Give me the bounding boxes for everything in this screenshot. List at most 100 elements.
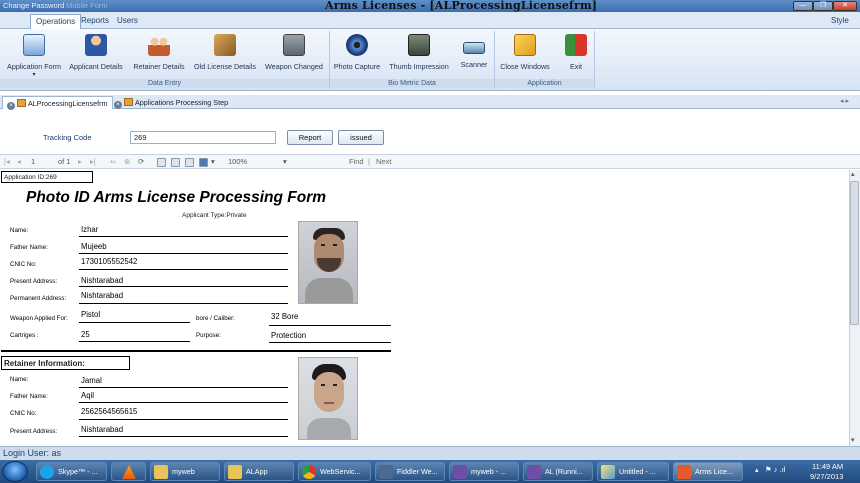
ribbon-group-label: Data Entry (0, 79, 329, 88)
find-link[interactable]: Find (349, 157, 364, 166)
export-icon[interactable] (199, 158, 208, 167)
stop-icon[interactable]: ⊗ (124, 157, 130, 166)
chevron-down-icon: ▾ (32, 72, 36, 78)
zoom-select[interactable]: 100% (228, 157, 247, 166)
tracking-code-input[interactable]: 269 (130, 131, 276, 144)
start-button[interactable] (2, 461, 28, 482)
thumb-impression-button[interactable]: Thumb Impression (388, 32, 450, 76)
export-dropdown-icon[interactable]: ▾ (211, 157, 215, 166)
mobile-form-link[interactable]: Mobile Form (66, 1, 108, 10)
separator: | (368, 157, 370, 166)
taskbar-item-untitled[interactable]: Untitled - ... (597, 462, 669, 481)
cartriges-label: Cartriges : (10, 332, 39, 339)
section-divider (1, 350, 391, 352)
cnic-label: CNIC No: (10, 261, 37, 268)
application-form-button[interactable]: Application Form ▾ (4, 32, 64, 78)
retainer-details-button[interactable]: Retainer Details (131, 32, 187, 76)
scanner-button[interactable]: Scanner (456, 32, 492, 76)
box-icon (214, 34, 236, 56)
father-name-label: Father Name: (10, 244, 48, 251)
tab-scroll-arrows-icon[interactable]: ◂ ▸ (840, 97, 849, 105)
taskbar-item-label: myweb (172, 467, 195, 476)
tray-icons[interactable]: ⚑ ♪ .ıl (765, 465, 785, 474)
taskbar-item-skype[interactable]: Skype™ - ... (36, 462, 107, 481)
taskbar-item-arms-licenses[interactable]: Arms Lice... (673, 462, 743, 481)
weapon-changed-button[interactable]: Weapon Changed (263, 32, 325, 76)
tab-label: Applications Processing Step (135, 98, 229, 107)
page-setup-icon[interactable] (185, 158, 194, 167)
fiddler-icon (379, 465, 393, 479)
clock-date[interactable]: 9/27/2013 (810, 472, 843, 481)
taskbar-item-myweb-folder[interactable]: myweb (150, 462, 220, 481)
close-window-button[interactable]: ✕ (833, 1, 857, 11)
taskbar-item-vlc[interactable] (111, 462, 146, 481)
prev-page-icon[interactable]: ◂ (17, 157, 21, 166)
window-title: Arms Licenses - [ALProcessingLicensefrm] (325, 0, 598, 12)
exit-button[interactable]: Exit (559, 32, 593, 76)
retainer-details-label: Retainer Details (133, 62, 185, 71)
retainer-father-name-label: Father Name: (10, 393, 48, 400)
retainer-present-address-value: Nishtarabad (81, 425, 124, 434)
print-icon[interactable] (157, 158, 166, 167)
page-number-input[interactable]: 1 (31, 157, 35, 166)
maximize-button[interactable]: ❐ (813, 1, 833, 11)
retainer-cnic-label: CNIC No: (10, 410, 37, 417)
print-layout-icon[interactable] (171, 158, 180, 167)
zoom-dropdown-icon[interactable]: ▾ (283, 157, 287, 166)
taskbar-item-myweb-vs[interactable]: myweb - ... (449, 462, 519, 481)
retainer-photo (298, 357, 358, 440)
old-license-details-button[interactable]: Old License Details (192, 32, 258, 76)
taskbar-item-label: WebServic... (320, 467, 361, 476)
taskbar-item-al-running[interactable]: AL (Runni... (523, 462, 593, 481)
chrome-icon (302, 465, 316, 479)
form-icon (17, 99, 26, 107)
taskbar-item-alapp[interactable]: ALApp (224, 462, 294, 481)
purpose-label: Purpose: (196, 332, 221, 339)
menu-tab-reports[interactable]: Reports (76, 14, 114, 29)
menu-tab-operations[interactable]: Operations (30, 14, 82, 29)
menu-tab-users[interactable]: Users (112, 14, 143, 29)
close-tab-icon[interactable]: × (7, 102, 15, 110)
first-page-icon[interactable]: |◂ (4, 157, 10, 166)
status-bar: Login User: as (0, 446, 860, 460)
document-tabs: × ALProcessingLicensefrm × Applications Pr… (0, 95, 860, 110)
retainer-name-value: Jamal (81, 376, 102, 385)
scroll-up-icon[interactable]: ▴ (851, 170, 855, 178)
next-link[interactable]: Next (376, 157, 391, 166)
form-icon (23, 34, 45, 56)
visual-studio-icon (527, 465, 541, 479)
father-name-value: Mujeeb (81, 242, 107, 251)
tray-arrow-icon[interactable]: ▴ (755, 466, 759, 474)
minimize-button[interactable]: — (793, 1, 813, 11)
applicant-details-button[interactable]: Applicant Details (67, 32, 125, 76)
back-icon[interactable]: ⇐ (110, 157, 116, 166)
taskbar-item-fiddler[interactable]: Fiddler We... (375, 462, 445, 481)
style-menu[interactable]: Style (826, 14, 854, 29)
scroll-down-icon[interactable]: ▾ (851, 436, 855, 444)
name-label: Name: (10, 227, 29, 234)
close-windows-button[interactable]: Close Windows (499, 32, 551, 76)
retainer-information-header: Retainer Information: (1, 356, 130, 370)
users-icon (148, 34, 170, 56)
last-page-icon[interactable]: ▸| (90, 157, 96, 166)
next-page-icon[interactable]: ▸ (78, 157, 82, 166)
tab-applications-processing-step[interactable]: × Applications Processing Step (110, 96, 232, 109)
issued-button[interactable]: issued (338, 130, 384, 145)
scanner-label: Scanner (460, 60, 488, 69)
close-tab-icon[interactable]: × (114, 101, 122, 109)
scanner-icon (463, 42, 485, 54)
tab-label: ALProcessingLicensefrm (28, 99, 108, 108)
taskbar-item-webservice[interactable]: WebServic... (298, 462, 371, 481)
refresh-icon[interactable]: ⟳ (138, 157, 144, 166)
photo-capture-button[interactable]: Photo Capture (331, 32, 383, 76)
skype-icon (40, 465, 54, 479)
webcam-icon (346, 34, 368, 56)
weapon-value: Pistol (81, 310, 101, 319)
clock-time[interactable]: 11:49 AM (812, 462, 843, 471)
ribbon-group-label: Bio Metric Data (330, 79, 494, 88)
present-address-value: Nishtarabad (81, 276, 124, 285)
tab-alprocessinglicensefrm[interactable]: × ALProcessingLicensefrm (2, 96, 113, 110)
change-password-link[interactable]: Change Password (3, 1, 64, 10)
report-button[interactable]: Report (287, 130, 333, 145)
scrollbar-thumb[interactable] (850, 181, 859, 325)
